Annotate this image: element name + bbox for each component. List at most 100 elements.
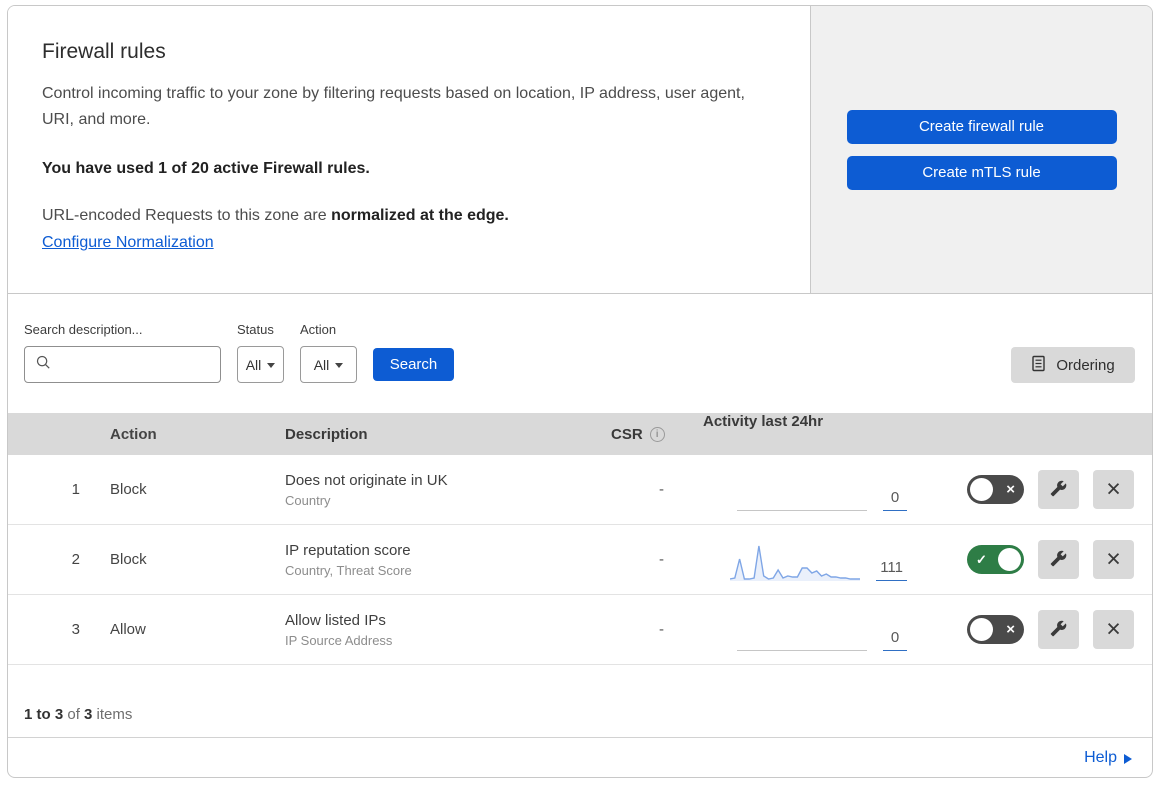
normalization-note: URL-encoded Requests to this zone are no… bbox=[42, 207, 770, 225]
csr-column-label: CSR bbox=[611, 425, 643, 443]
activity-count-link[interactable]: 0 bbox=[883, 629, 907, 651]
status-filter-field: Status All bbox=[237, 322, 284, 383]
edit-rule-button[interactable] bbox=[1038, 470, 1079, 509]
activity-count-link[interactable]: 111 bbox=[876, 559, 907, 581]
search-icon bbox=[35, 354, 51, 375]
rule-controls: ✓ × × bbox=[933, 470, 1152, 509]
chevron-down-icon bbox=[335, 363, 344, 368]
wrench-icon bbox=[1050, 550, 1067, 570]
help-link[interactable]: Help bbox=[1084, 749, 1132, 767]
action-filter-dropdown[interactable]: All bbox=[300, 346, 357, 383]
status-filter-value: All bbox=[245, 356, 262, 373]
rule-activity-cell: 0 bbox=[680, 595, 933, 664]
rule-description-cell: Allow listed IPs IP Source Address bbox=[275, 612, 588, 648]
check-icon: ✓ bbox=[976, 551, 987, 567]
table-row: 2 Block IP reputation score Country, Thr… bbox=[8, 525, 1152, 595]
close-icon: × bbox=[1106, 475, 1121, 503]
page-title: Firewall rules bbox=[42, 40, 166, 63]
action-filter-value: All bbox=[313, 356, 330, 373]
rule-csr-value: - bbox=[659, 621, 664, 638]
info-icon-glyph: i bbox=[656, 428, 659, 440]
rule-controls: ✓ × × bbox=[933, 610, 1152, 649]
firewall-rules-card: Firewall rules Control incoming traffic … bbox=[7, 5, 1153, 778]
close-icon: × bbox=[1006, 481, 1015, 498]
normalization-text: URL-encoded Requests to this zone are bbox=[42, 207, 332, 224]
summary-items: items bbox=[92, 706, 133, 723]
edit-rule-button[interactable] bbox=[1038, 610, 1079, 649]
search-input[interactable] bbox=[58, 356, 220, 373]
wrench-icon bbox=[1050, 620, 1067, 640]
table-row: 1 Block Does not originate in UK Country… bbox=[8, 455, 1152, 525]
delete-rule-button[interactable]: × bbox=[1093, 540, 1134, 579]
rule-enabled-toggle[interactable]: ✓ × bbox=[967, 475, 1024, 504]
help-arrow-icon bbox=[1124, 753, 1132, 764]
close-icon: × bbox=[1006, 621, 1015, 638]
rule-priority: 1 bbox=[71, 481, 80, 498]
search-label: Search description... bbox=[24, 322, 143, 337]
rule-csr-value: - bbox=[659, 551, 664, 568]
rule-priority: 3 bbox=[71, 621, 80, 638]
pagination-summary: 1 to 3 of 3 items bbox=[8, 665, 1152, 738]
ordering-button[interactable]: Ordering bbox=[1011, 347, 1135, 383]
info-icon[interactable]: i bbox=[649, 426, 665, 442]
action-column-header: Action bbox=[110, 425, 157, 443]
search-box bbox=[24, 346, 221, 383]
page-description: Control incoming traffic to your zone by… bbox=[42, 85, 745, 128]
rule-action: Allow bbox=[110, 621, 146, 638]
activity-column-header: Activity last 24hr bbox=[703, 413, 824, 430]
table-row: 3 Allow Allow listed IPs IP Source Addre… bbox=[8, 595, 1152, 665]
activity-sparkline bbox=[737, 650, 867, 651]
help-link-label: Help bbox=[1084, 748, 1117, 766]
rule-description-cell: Does not originate in UK Country bbox=[275, 472, 588, 508]
rules-table: Action Description CSR i Activity last 2… bbox=[8, 413, 1152, 665]
page: Firewall rules Control incoming traffic … bbox=[0, 0, 1161, 783]
rule-csr-value: - bbox=[659, 481, 664, 498]
activity-count-link[interactable]: 0 bbox=[883, 489, 907, 511]
rule-action: Block bbox=[110, 481, 147, 498]
rule-activity-cell: 0 bbox=[680, 455, 933, 524]
summary-range: 1 to 3 bbox=[24, 706, 64, 723]
rule-enabled-toggle[interactable]: ✓ × bbox=[967, 545, 1024, 574]
ordering-button-label: Ordering bbox=[1056, 356, 1115, 374]
filter-controls: Search description... Status All Action … bbox=[24, 322, 454, 383]
delete-rule-button[interactable]: × bbox=[1093, 470, 1134, 509]
rule-enabled-toggle[interactable]: ✓ × bbox=[967, 615, 1024, 644]
hero-text-panel: Firewall rules Control incoming traffic … bbox=[8, 6, 811, 293]
rule-controls: ✓ × × bbox=[933, 540, 1152, 579]
search-button[interactable]: Search bbox=[373, 348, 454, 381]
configure-normalization-link[interactable]: Configure Normalization bbox=[42, 234, 214, 251]
rule-description: IP reputation score bbox=[285, 541, 411, 559]
create-mtls-rule-button[interactable]: Create mTLS rule bbox=[846, 155, 1117, 190]
toggle-knob bbox=[970, 618, 993, 641]
status-filter-dropdown[interactable]: All bbox=[237, 346, 284, 383]
summary-of: of bbox=[63, 706, 85, 723]
filter-bar: Search description... Status All Action … bbox=[8, 294, 1152, 413]
ordering-list-icon bbox=[1031, 355, 1047, 376]
rule-action: Block bbox=[110, 551, 147, 568]
rule-description: Allow listed IPs bbox=[285, 611, 386, 629]
usage-summary: You have used 1 of 20 active Firewall ru… bbox=[42, 160, 370, 177]
edit-rule-button[interactable] bbox=[1038, 540, 1079, 579]
action-filter-label: Action bbox=[300, 322, 337, 337]
rule-expression-fields: Country bbox=[285, 492, 331, 508]
status-filter-label: Status bbox=[237, 322, 274, 337]
csr-column-header: CSR i bbox=[588, 426, 680, 443]
help-bar: Help bbox=[8, 738, 1152, 777]
create-firewall-rule-button[interactable]: Create firewall rule bbox=[846, 109, 1117, 144]
hero-section: Firewall rules Control incoming traffic … bbox=[8, 6, 1152, 294]
description-column-header: Description bbox=[285, 425, 368, 443]
toggle-knob bbox=[970, 478, 993, 501]
rule-expression-fields: Country, Threat Score bbox=[285, 562, 412, 578]
activity-sparkline bbox=[737, 510, 867, 511]
table-header-row: Action Description CSR i Activity last 2… bbox=[8, 413, 1152, 455]
rule-priority: 2 bbox=[71, 551, 80, 568]
rule-description: Does not originate in UK bbox=[285, 471, 448, 489]
hero-actions-panel: Create firewall rule Create mTLS rule bbox=[811, 6, 1152, 293]
close-icon: × bbox=[1106, 615, 1121, 643]
activity-sparkline bbox=[730, 543, 861, 581]
toggle-knob bbox=[998, 548, 1021, 571]
rule-description-cell: IP reputation score Country, Threat Scor… bbox=[275, 542, 588, 578]
search-field: Search description... bbox=[24, 322, 221, 383]
action-filter-field: Action All bbox=[300, 322, 357, 383]
delete-rule-button[interactable]: × bbox=[1093, 610, 1134, 649]
